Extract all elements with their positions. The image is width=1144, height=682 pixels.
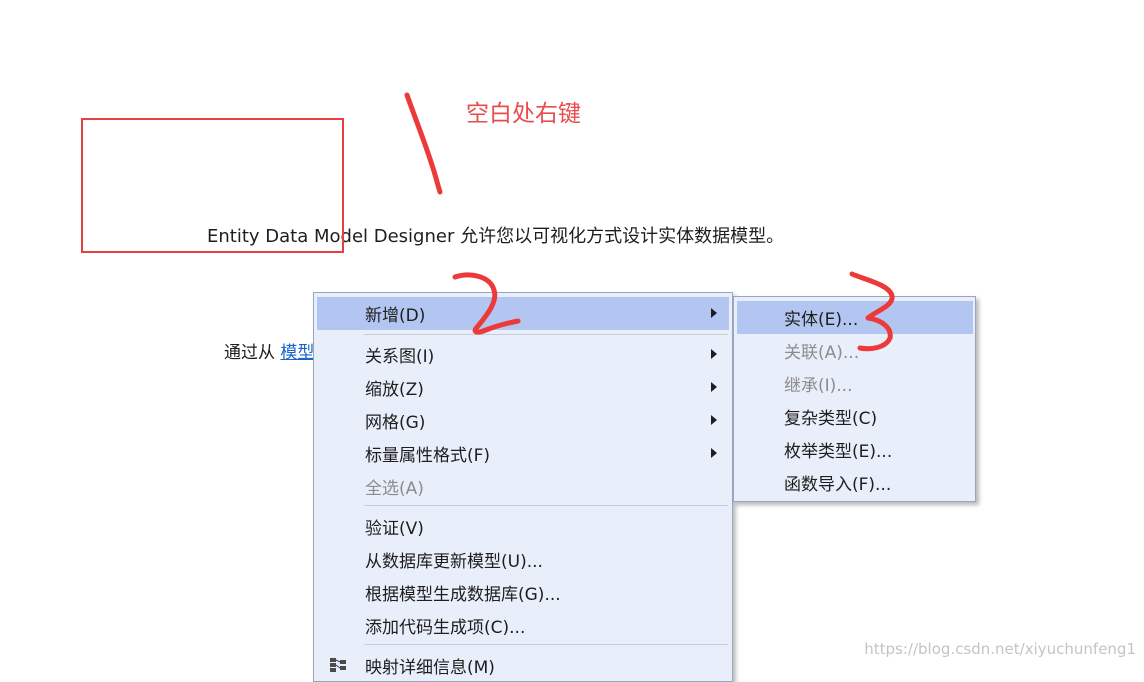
menu-item-add[interactable]: 新增(D)	[317, 297, 729, 330]
watermark: https://blog.csdn.net/xiyuchunfeng1	[864, 640, 1136, 658]
submenu-item-association-label: 关联(A)...	[784, 343, 860, 363]
menu-item-scalar-property-format-label: 标量属性格式(F)	[365, 446, 491, 466]
menu-separator	[364, 505, 728, 506]
submenu-item-inheritance-label: 继承(I)...	[784, 376, 853, 396]
submenu-item-entity-label: 实体(E)...	[784, 310, 859, 330]
menu-item-select-all[interactable]: 全选(A)	[317, 470, 729, 503]
submenu-item-association[interactable]: 关联(A)...	[737, 334, 973, 367]
menu-item-generate-database-from-model[interactable]: 根据模型生成数据库(G)...	[317, 576, 729, 609]
menu-item-grid-label: 网格(G)	[365, 413, 426, 433]
menu-item-grid[interactable]: 网格(G)	[317, 404, 729, 437]
menu-item-scalar-property-format[interactable]: 标量属性格式(F)	[317, 437, 729, 470]
menu-item-validate-label: 验证(V)	[365, 519, 424, 539]
menu-item-validate[interactable]: 验证(V)	[317, 510, 729, 543]
annotation-blank-area-box	[81, 118, 344, 253]
menu-item-add-label: 新增(D)	[365, 306, 426, 326]
menu-item-zoom-label: 缩放(Z)	[365, 380, 424, 400]
submenu-arrow-icon	[711, 382, 717, 392]
submenu-item-complex-type[interactable]: 复杂类型(C)	[737, 400, 973, 433]
menu-item-zoom[interactable]: 缩放(Z)	[317, 371, 729, 404]
submenu-item-enum-type-label: 枚举类型(E)...	[784, 442, 893, 462]
submenu-arrow-icon	[711, 415, 717, 425]
menu-item-update-model-from-database[interactable]: 从数据库更新模型(U)...	[317, 543, 729, 576]
submenu-item-inheritance[interactable]: 继承(I)...	[737, 367, 973, 400]
hint-prefix: 通过从	[224, 343, 275, 363]
mapping-details-icon	[330, 658, 346, 672]
menu-item-select-all-label: 全选(A)	[365, 479, 424, 499]
submenu-item-entity[interactable]: 实体(E)...	[737, 301, 973, 334]
add-submenu: 实体(E)... 关联(A)... 继承(I)... 复杂类型(C) 枚举类型(…	[733, 296, 976, 502]
menu-item-add-code-generation-label: 添加代码生成项(C)...	[365, 618, 526, 638]
annotation-right-click-label: 空白处右键	[466, 101, 581, 127]
menu-item-diagram[interactable]: 关系图(I)	[317, 338, 729, 371]
submenu-arrow-icon	[711, 349, 717, 359]
designer-hint: 通过从 模型	[224, 338, 314, 363]
submenu-item-enum-type[interactable]: 枚举类型(E)...	[737, 433, 973, 466]
annotation-stroke-one	[404, 92, 443, 195]
menu-item-update-model-label: 从数据库更新模型(U)...	[365, 552, 543, 572]
submenu-arrow-icon	[711, 308, 717, 318]
menu-item-diagram-label: 关系图(I)	[365, 347, 435, 367]
menu-separator	[364, 334, 728, 335]
menu-item-generate-database-label: 根据模型生成数据库(G)...	[365, 585, 561, 605]
submenu-arrow-icon	[711, 448, 717, 458]
menu-item-mapping-details-label: 映射详细信息(M)	[365, 658, 495, 678]
submenu-item-function-import[interactable]: 函数导入(F)...	[737, 466, 973, 499]
menu-item-mapping-details[interactable]: 映射详细信息(M)	[317, 649, 729, 682]
context-menu: 新增(D) 关系图(I) 缩放(Z) 网格(G) 标量属性格式(F) 全选(A)…	[313, 292, 733, 682]
menu-separator	[364, 644, 728, 645]
menu-item-add-code-generation-item[interactable]: 添加代码生成项(C)...	[317, 609, 729, 642]
submenu-item-complex-type-label: 复杂类型(C)	[784, 409, 878, 429]
submenu-item-function-import-label: 函数导入(F)...	[784, 475, 892, 495]
model-browser-link[interactable]: 模型	[280, 343, 314, 363]
